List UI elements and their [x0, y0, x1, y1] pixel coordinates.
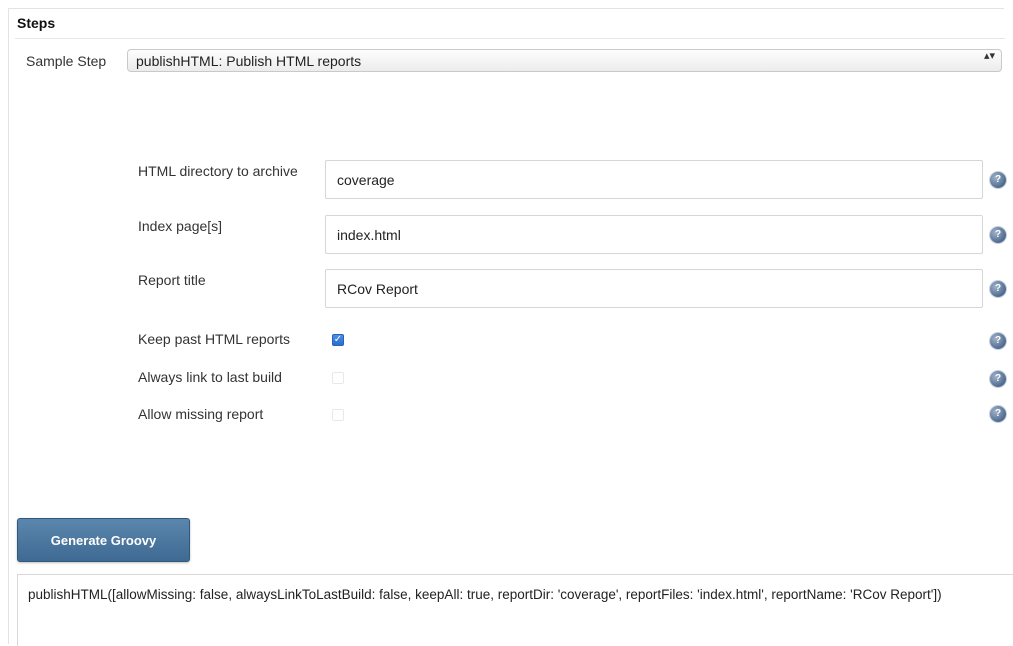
index-pages-label: Index page[s]: [138, 218, 223, 234]
sample-step-label: Sample Step: [26, 53, 107, 69]
html-directory-label: HTML directory to archive: [138, 163, 298, 179]
keep-past-label: Keep past HTML reports: [138, 331, 290, 347]
help-icon[interactable]: ?: [990, 227, 1006, 243]
generated-script-output[interactable]: publishHTML([allowMissing: false, always…: [17, 574, 1013, 646]
divider: [15, 38, 1005, 39]
always-link-checkbox[interactable]: [332, 372, 344, 384]
index-pages-input[interactable]: [325, 215, 983, 254]
help-icon[interactable]: ?: [990, 333, 1006, 349]
allow-missing-label: Allow missing report: [138, 406, 264, 422]
section-title: Steps: [17, 15, 56, 31]
always-link-label: Always link to last build: [138, 369, 282, 385]
report-title-input[interactable]: [325, 269, 983, 308]
generate-groovy-button[interactable]: Generate Groovy: [17, 518, 190, 562]
report-title-label: Report title: [138, 272, 206, 288]
allow-missing-checkbox[interactable]: [332, 409, 344, 421]
html-directory-input[interactable]: [325, 160, 983, 199]
sample-step-select[interactable]: publishHTML: Publish HTML reports ▴▾: [127, 49, 1002, 72]
help-icon[interactable]: ?: [990, 172, 1006, 188]
help-icon[interactable]: ?: [990, 281, 1006, 297]
sample-step-selected-value: publishHTML: Publish HTML reports: [136, 53, 362, 69]
select-arrows-icon: ▴▾: [983, 50, 995, 62]
help-icon[interactable]: ?: [990, 406, 1006, 422]
keep-past-checkbox[interactable]: ✓: [332, 334, 344, 346]
help-icon[interactable]: ?: [990, 371, 1006, 387]
